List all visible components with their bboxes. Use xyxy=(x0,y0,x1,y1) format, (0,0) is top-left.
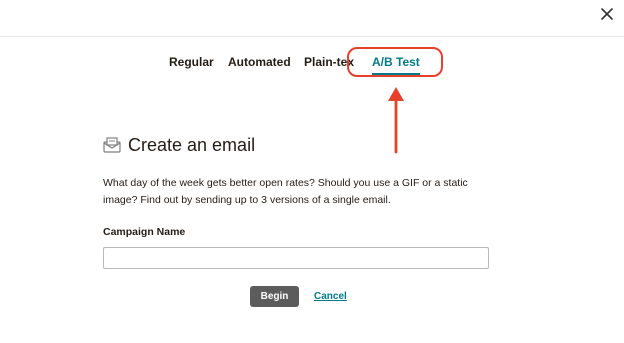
campaign-name-input[interactable] xyxy=(103,247,489,269)
annotation-highlight xyxy=(347,47,443,77)
tab-regular[interactable]: Regular xyxy=(169,52,214,72)
description-line-2: image? Find out by sending up to 3 versi… xyxy=(103,194,391,206)
envelope-icon xyxy=(103,137,121,153)
header-divider xyxy=(0,36,624,37)
email-type-tabs: Regular Automated Plain-tex A/B Test xyxy=(0,52,624,75)
page-heading: Create an email xyxy=(103,133,255,157)
page-title: Create an email xyxy=(128,135,256,155)
description-line-1: What day of the week gets better open ra… xyxy=(103,177,468,189)
description: What day of the week gets better open ra… xyxy=(103,175,503,209)
close-icon[interactable] xyxy=(597,4,617,24)
campaign-name-label: Campaign Name xyxy=(103,226,186,238)
annotation-arrow xyxy=(388,87,404,154)
begin-button[interactable]: Begin xyxy=(250,286,299,307)
cancel-link[interactable]: Cancel xyxy=(314,290,347,303)
tab-automated[interactable]: Automated xyxy=(228,52,291,72)
